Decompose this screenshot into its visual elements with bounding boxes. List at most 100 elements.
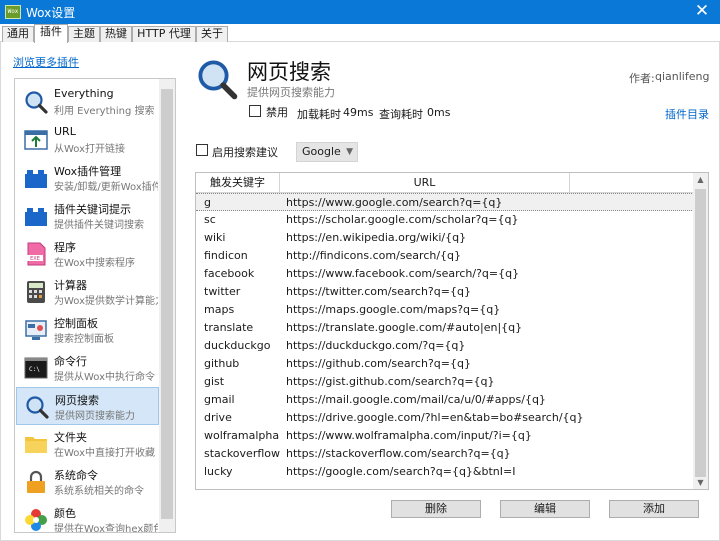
- url-cell: https://www.facebook.com/search/?q={q}: [286, 267, 520, 280]
- plugin-item-keyword-hint[interactable]: 插件关键词提示 提供插件关键词搜索: [16, 197, 159, 235]
- table-body: g https://www.google.com/search?q={q} sc h…: [196, 193, 694, 489]
- keyword-cell: lucky: [204, 465, 233, 478]
- author-name: qianlifeng: [655, 70, 710, 83]
- column-header-keyword[interactable]: 触发关键字: [196, 173, 280, 193]
- plugin-item-everything[interactable]: Everything 利用 Everything 搜索: [16, 83, 159, 121]
- plugin-list[interactable]: Everything 利用 Everything 搜索 URL 从Wox打开链接…: [14, 78, 176, 533]
- url-cell: https://scholar.google.com/scholar?q={q}: [286, 213, 519, 226]
- table-row[interactable]: lucky https://google.com/search?q={q}&btn…: [196, 463, 694, 481]
- tab-http-proxy[interactable]: HTTP 代理: [132, 26, 196, 42]
- table-row[interactable]: duckduckgo https://duckduckgo.com/?q={q}: [196, 337, 694, 355]
- search-sources-table[interactable]: 触发关键字 URL g https://www.google.com/search…: [195, 172, 709, 490]
- plugin-name: 命令行: [54, 355, 87, 368]
- plugin-name: URL: [54, 125, 76, 138]
- plugin-desc: 提供从Wox中执行命令: [54, 372, 156, 383]
- table-row[interactable]: g https://www.google.com/search?q={q}: [196, 193, 694, 211]
- table-row[interactable]: gist https://gist.github.com/search?q={q}: [196, 373, 694, 391]
- plugin-desc: 为Wox提供数学计算能力: [54, 296, 158, 307]
- plugin-item-color[interactable]: 颜色 提供在Wox查询hex颜色: [16, 501, 159, 532]
- tab-plugins[interactable]: 插件: [34, 24, 68, 43]
- url-cell: https://drive.google.com/?hl=en&tab=bo#s…: [286, 411, 584, 424]
- plugin-desc: 在Wox中搜索程序: [54, 258, 136, 269]
- plugin-item-command-line[interactable]: C:\ 命令行 提供从Wox中执行命令: [16, 349, 159, 387]
- column-header-url[interactable]: URL: [280, 173, 570, 193]
- plugin-item-wox-plugin-manager[interactable]: Wox插件管理 安装/卸载/更新Wox插件: [16, 159, 159, 197]
- plugin-desc: 从Wox打开链接: [54, 144, 126, 155]
- table-row[interactable]: stackoverflow https://stackoverflow.com/s…: [196, 445, 694, 463]
- keyword-cell: gist: [204, 375, 225, 388]
- plugin-item-folder[interactable]: 文件夹 在Wox中直接打开收藏: [16, 425, 159, 463]
- table-row[interactable]: maps https://maps.google.com/maps?q={q}: [196, 301, 694, 319]
- plugin-desc: 系统系统相关的命令: [54, 486, 144, 497]
- plugin-name: 程序: [54, 241, 76, 254]
- tab-strip: 通用 插件 主题 热键 HTTP 代理 关于: [0, 24, 720, 43]
- plugin-item-url[interactable]: URL 从Wox打开链接: [16, 121, 159, 159]
- tab-about[interactable]: 关于: [196, 26, 228, 42]
- url-cell: https://github.com/search?q={q}: [286, 357, 471, 370]
- plugin-item-control-panel[interactable]: 控制面板 搜索控制面板: [16, 311, 159, 349]
- plugin-subtitle: 提供网页搜索能力: [247, 86, 335, 99]
- scrollbar-thumb[interactable]: [161, 89, 173, 519]
- tab-theme[interactable]: 主题: [68, 26, 100, 42]
- plugin-list-scrollbar[interactable]: [159, 79, 175, 532]
- table-row[interactable]: gmail https://mail.google.com/mail/ca/u/0…: [196, 391, 694, 409]
- plugin-desc: 安装/卸载/更新Wox插件: [54, 182, 158, 193]
- delete-button[interactable]: 删除: [391, 500, 481, 518]
- load-time-label: 加载耗时: [297, 108, 341, 121]
- close-icon[interactable]: ✕: [692, 1, 712, 21]
- keyword-cell: drive: [204, 411, 232, 424]
- tab-general[interactable]: 通用: [2, 26, 34, 42]
- plugin-directory-link[interactable]: 插件目录: [665, 106, 709, 122]
- keyword-cell: wolframalpha: [204, 429, 280, 442]
- table-scrollbar[interactable]: ▲ ▼: [693, 173, 708, 489]
- suggestion-engine-value: Google: [302, 145, 341, 158]
- tab-hotkey[interactable]: 热键: [100, 26, 132, 42]
- url-cell: http://findicons.com/search/{q}: [286, 249, 462, 262]
- scrollbar-thumb[interactable]: [695, 189, 706, 477]
- magnifier-icon: [198, 60, 238, 100]
- keyword-cell: gmail: [204, 393, 235, 406]
- folder-icon: [25, 437, 47, 453]
- control-panel-icon: [25, 320, 47, 340]
- svg-text:EXE: EXE: [30, 256, 40, 262]
- table-row[interactable]: wiki https://en.wikipedia.org/wiki/{q}: [196, 229, 694, 247]
- table-row[interactable]: twitter https://twitter.com/search?q={q}: [196, 283, 694, 301]
- url-cell: https://www.google.com/search?q={q}: [286, 196, 503, 209]
- window-title: Wox设置: [26, 6, 76, 20]
- enable-suggestion-label: 启用搜索建议: [212, 146, 278, 159]
- plugin-desc: 利用 Everything 搜索: [54, 106, 155, 117]
- svg-text:C:\: C:\: [29, 366, 40, 373]
- plugin-desc: 提供插件关键词搜索: [54, 220, 144, 231]
- browse-more-plugins-link[interactable]: 浏览更多插件: [13, 54, 79, 70]
- enable-suggestion-checkbox[interactable]: [196, 144, 208, 156]
- url-cell: https://maps.google.com/maps?q={q}: [286, 303, 501, 316]
- plugin-item-calculator[interactable]: 计算器 为Wox提供数学计算能力: [16, 273, 159, 311]
- edit-button[interactable]: 编辑: [500, 500, 590, 518]
- add-button[interactable]: 添加: [609, 500, 699, 518]
- scroll-down-icon[interactable]: ▼: [693, 478, 708, 487]
- table-row[interactable]: sc https://scholar.google.com/scholar?q={…: [196, 211, 694, 229]
- table-row[interactable]: findicon http://findicons.com/search/{q}: [196, 247, 694, 265]
- query-time-label: 查询耗时: [379, 108, 423, 121]
- plugin-name: Everything: [54, 87, 114, 100]
- calculator-icon: [27, 281, 45, 303]
- keyword-cell: g: [204, 196, 211, 209]
- scroll-up-icon[interactable]: ▲: [693, 175, 708, 184]
- table-row[interactable]: github https://github.com/search?q={q}: [196, 355, 694, 373]
- table-header: 触发关键字 URL: [196, 173, 694, 193]
- table-row[interactable]: drive https://drive.google.com/?hl=en&tab…: [196, 409, 694, 427]
- table-row[interactable]: translate https://translate.google.com/#a…: [196, 319, 694, 337]
- plugin-name: 文件夹: [54, 431, 87, 444]
- plugin-item-web-search[interactable]: 网页搜索 提供网页搜索能力: [16, 387, 159, 425]
- lock-icon: [27, 470, 45, 493]
- table-row[interactable]: facebook https://www.facebook.com/search/…: [196, 265, 694, 283]
- plugin-item-program[interactable]: EXE 程序 在Wox中搜索程序: [16, 235, 159, 273]
- plugin-item-system-commands[interactable]: 系统命令 系统系统相关的命令: [16, 463, 159, 501]
- table-row[interactable]: wolframalpha https://www.wolframalpha.com…: [196, 427, 694, 445]
- suggestion-engine-select[interactable]: Google ▼: [296, 142, 358, 162]
- color-flower-icon: [25, 509, 47, 531]
- url-cell: https://duckduckgo.com/?q={q}: [286, 339, 466, 352]
- disable-checkbox[interactable]: [249, 105, 261, 117]
- plugin-name: 计算器: [54, 279, 87, 292]
- keyword-cell: twitter: [204, 285, 241, 298]
